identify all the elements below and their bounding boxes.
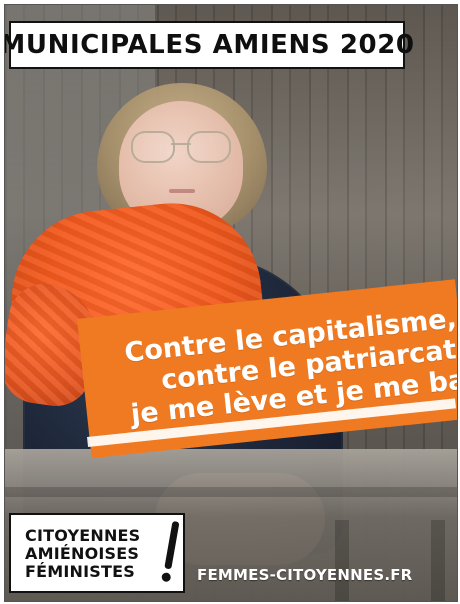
mouth: [169, 189, 195, 193]
campaign-poster: MUNICIPALES AMIENS 2020 Contre le capita…: [4, 4, 458, 602]
table-legs: [335, 520, 445, 601]
header-title: MUNICIPALES AMIENS 2020: [4, 30, 415, 60]
logo-line-2: AMIÉNOISES: [25, 544, 140, 563]
glasses-lens-right: [187, 131, 231, 163]
logo-line-1: CITOYENNES: [25, 526, 141, 545]
website-url: FEMMES-CITOYENNES.FR: [197, 566, 413, 584]
logo-text: CITOYENNES AMIÉNOISES FÉMINISTES: [25, 527, 175, 583]
exclamation-bar: [164, 520, 180, 570]
exclamation-dot: [161, 572, 172, 583]
header-title-box: MUNICIPALES AMIENS 2020: [5, 21, 414, 69]
table-edge: [5, 487, 457, 497]
logo-line-3: FÉMINISTES: [25, 562, 135, 581]
glasses-icon: [131, 131, 231, 167]
glasses-lens-left: [131, 131, 175, 163]
